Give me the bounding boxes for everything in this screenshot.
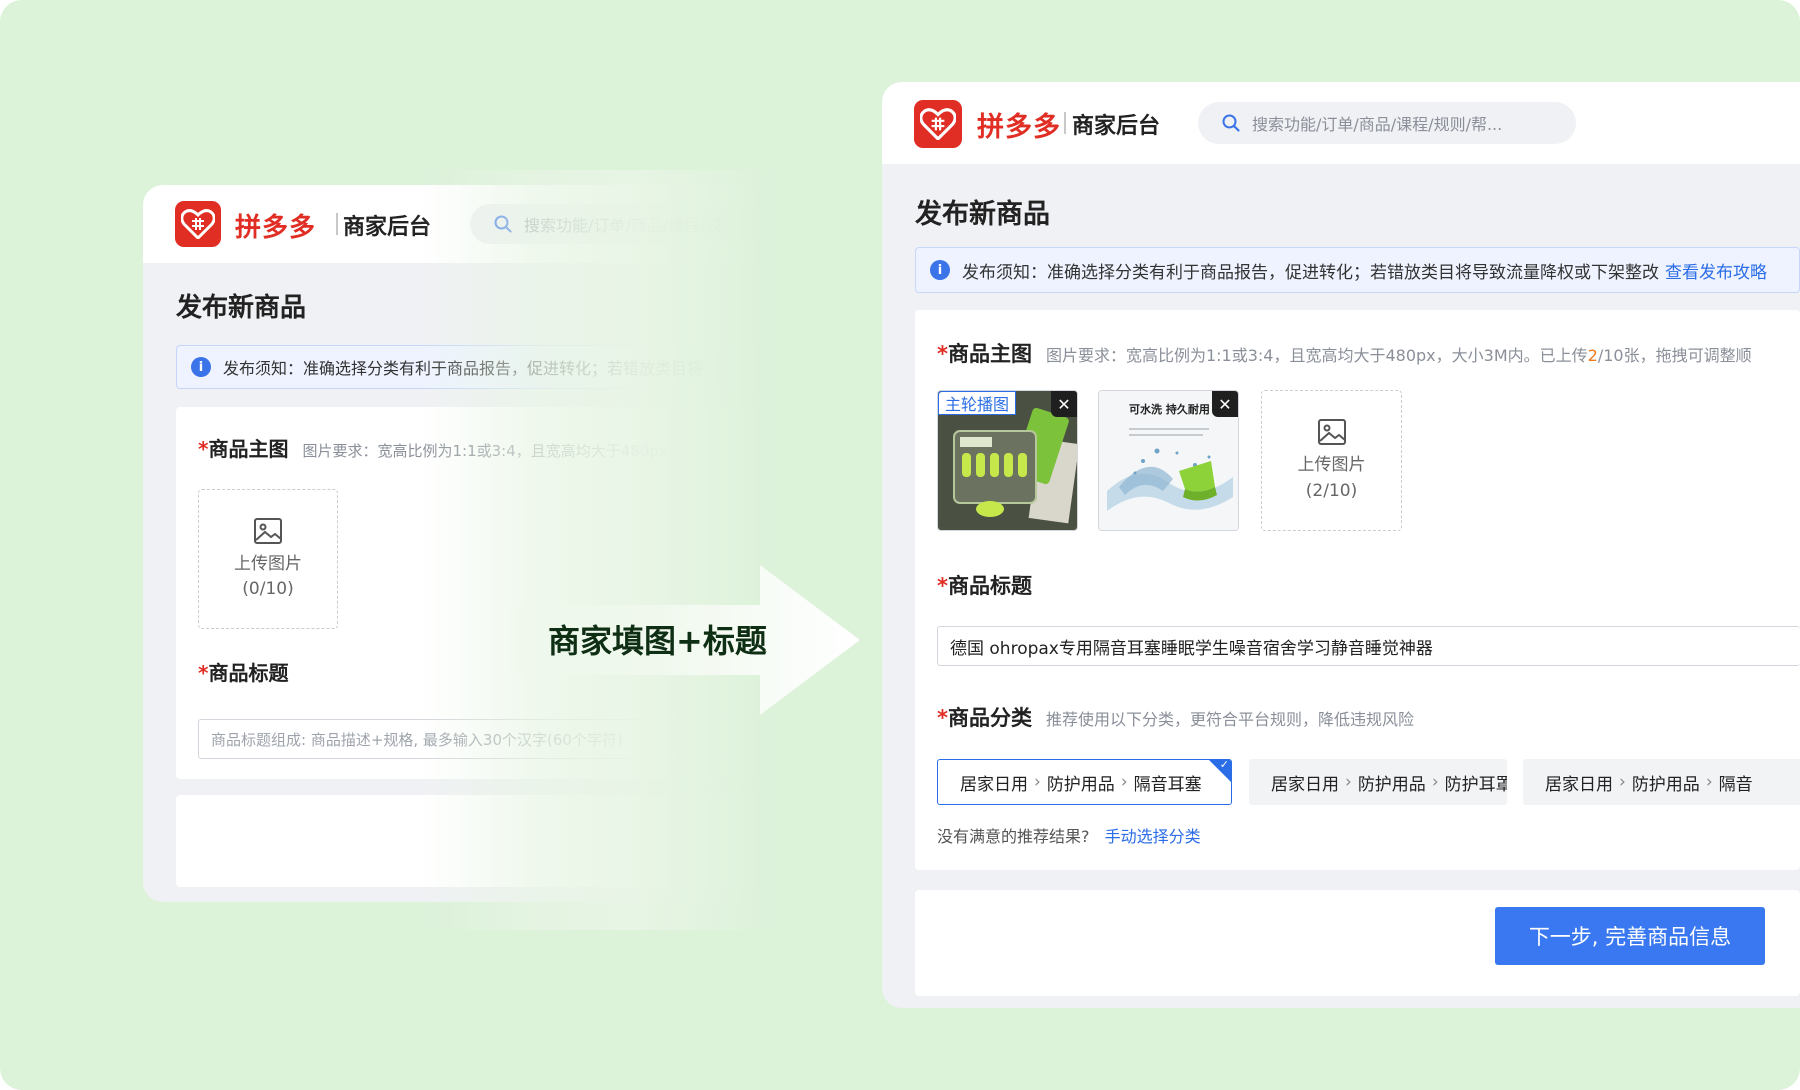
title-value: 德国 ohropax专用隔音耳塞睡眠学生噪音宿舍学习静音睡觉神器 <box>950 638 1433 659</box>
title-input[interactable]: 德国 ohropax专用隔音耳塞睡眠学生噪音宿舍学习静音睡觉神器 <box>937 626 1800 666</box>
manual-select-category-link[interactable]: 手动选择分类 <box>1105 827 1201 846</box>
category-level-2: 防护用品 <box>1046 774 1115 795</box>
upload-label: 上传图片 <box>234 553 302 574</box>
image-upload-icon <box>254 517 282 544</box>
thumb-caption: 可水洗 持久耐用 <box>1129 403 1210 416</box>
required-mark: * <box>937 574 948 598</box>
category-level-3: 隔音 <box>1718 774 1753 795</box>
upload-image-button[interactable]: 上传图片 (0/10) <box>198 489 338 629</box>
main-image-label: 商品主图 <box>947 342 1032 366</box>
pinduoduo-logo-icon <box>175 201 221 247</box>
publish-notice: i 发布须知：准确选择分类有利于商品报告，促进转化；若错放类目将导致流量降权或下… <box>915 247 1800 293</box>
required-mark: * <box>198 437 209 461</box>
main-image-hint-tail: /10张，拖拽可调整顺 <box>1597 346 1752 365</box>
form-card: * 商品主图 图片要求：宽高比例为1:1或3:4，且宽高均大于480px，大小3… <box>915 310 1800 870</box>
page-title: 发布新商品 <box>915 199 1050 230</box>
pinduoduo-logo-icon <box>914 100 962 148</box>
chevron-right-icon: › <box>1345 772 1352 792</box>
search-icon <box>1222 114 1240 132</box>
main-image-hint: 图片要求：宽高比例为1:1或3:4，且宽高均大于480px， <box>302 442 683 460</box>
upload-count: (0/10) <box>242 579 294 599</box>
canvas-background: 拼多多 商家后台 搜索功能/订单/商品/课程/规则 发布新商品 i 发布须知：准… <box>0 0 1800 1090</box>
notice-text: 发布须知：准确选择分类有利于商品报告，促进转化；若错放类目将 <box>223 359 704 378</box>
page-title: 发布新商品 <box>176 293 307 323</box>
category-label: 商品分类 <box>947 706 1032 730</box>
category-option-selected[interactable]: 居家日用 › 防护用品 › 隔音耳塞 ✓ <box>937 759 1232 805</box>
publish-guide-link[interactable]: 查看发布攻略 <box>1665 258 1767 283</box>
main-image-hint: 图片要求：宽高比例为1:1或3:4，且宽高均大于480px，大小3M内。已上传 <box>1045 346 1588 365</box>
brand-subtitle: 商家后台 <box>343 215 432 240</box>
next-step-button[interactable]: 下一步, 完善商品信息 <box>1495 907 1765 965</box>
brand-divider <box>1064 112 1066 134</box>
arrow-label: 商家填图+标题 <box>548 622 767 660</box>
category-level-3: 防护耳罩 <box>1444 774 1507 795</box>
category-level-1: 居家日用 <box>1545 774 1613 795</box>
top-bar: 拼多多 商家后台 搜索功能/订单/商品/课程/规则/帮... <box>882 82 1800 164</box>
top-bar: 拼多多 商家后台 搜索功能/订单/商品/课程/规则 <box>143 185 758 263</box>
search-input[interactable]: 搜索功能/订单/商品/课程/规则 <box>470 204 758 244</box>
upload-image-button[interactable]: 上传图片 (2/10) <box>1261 390 1402 531</box>
chevron-right-icon: › <box>1431 772 1439 792</box>
remove-image-close-icon[interactable]: ✕ <box>1051 391 1077 417</box>
not-satisfied-text: 没有满意的推荐结果? <box>937 827 1090 846</box>
title-label-row: * 商品标题 <box>198 657 288 686</box>
main-image-label-row: * 商品主图 图片要求：宽高比例为1:1或3:4，且宽高均大于480px， <box>198 433 683 462</box>
check-icon: ✓ <box>1219 759 1229 771</box>
brand-name: 拼多多 <box>235 213 317 243</box>
info-icon: i <box>930 260 950 280</box>
required-mark: * <box>198 661 209 685</box>
manual-category-row: 没有满意的推荐结果? 手动选择分类 <box>937 823 1201 847</box>
before-panel: 拼多多 商家后台 搜索功能/订单/商品/课程/规则 发布新商品 i 发布须知：准… <box>143 185 758 902</box>
category-level-1: 居家日用 <box>960 774 1028 795</box>
search-placeholder: 搜索功能/订单/商品/课程/规则/帮... <box>1252 115 1503 134</box>
category-option[interactable]: 居家日用 › 防护用品 › 隔音 <box>1523 759 1800 805</box>
product-image-thumb[interactable]: 主轮播图 ✕ <box>937 390 1078 531</box>
publish-notice: i 发布须知：准确选择分类有利于商品报告，促进转化；若错放类目将 <box>176 345 758 389</box>
search-placeholder: 搜索功能/订单/商品/课程/规则 <box>524 216 738 235</box>
chevron-right-icon: › <box>1120 772 1128 792</box>
chevron-right-icon: › <box>1034 772 1041 792</box>
bottom-card <box>176 795 758 887</box>
required-mark: * <box>937 706 948 730</box>
category-option[interactable]: 居家日用 › 防护用品 › 防护耳罩 <box>1249 759 1507 805</box>
required-mark: * <box>937 342 948 366</box>
after-panel: 拼多多 商家后台 搜索功能/订单/商品/课程/规则/帮... 发布新商品 i 发… <box>882 82 1800 1008</box>
main-image-label: 商品主图 <box>208 437 289 461</box>
brand-name: 拼多多 <box>977 112 1061 143</box>
title-input[interactable]: 商品标题组成: 商品描述+规格, 最多输入30个汉字(60个字符) <box>198 719 758 759</box>
search-input[interactable]: 搜索功能/订单/商品/课程/规则/帮... <box>1198 102 1576 144</box>
title-placeholder: 商品标题组成: 商品描述+规格, 最多输入30个汉字(60个字符) <box>211 730 623 749</box>
chevron-right-icon: › <box>1619 772 1626 792</box>
category-hint: 推荐使用以下分类，更符合平台规则，降低违规风险 <box>1045 710 1414 729</box>
remove-image-close-icon[interactable]: ✕ <box>1212 391 1238 417</box>
brand-divider <box>336 213 338 235</box>
title-label: 商品标题 <box>208 661 289 685</box>
chevron-right-icon: › <box>1705 772 1713 792</box>
main-image-label-row: * 商品主图 图片要求：宽高比例为1:1或3:4，且宽高均大于480px，大小3… <box>937 338 1752 368</box>
image-upload-icon <box>1317 419 1346 445</box>
title-label-row: * 商品标题 <box>937 570 1032 600</box>
category-label-row: * 商品分类 推荐使用以下分类，更符合平台规则，降低违规风险 <box>937 702 1414 732</box>
upload-label: 上传图片 <box>1297 455 1366 475</box>
category-level-3: 隔音耳塞 <box>1133 774 1202 795</box>
search-icon <box>494 215 512 233</box>
upload-count: (2/10) <box>1305 480 1358 501</box>
bottom-action-card: 下一步, 完善商品信息 <box>915 890 1800 996</box>
main-carousel-tag: 主轮播图 <box>938 391 1017 415</box>
category-level-2: 防护用品 <box>1357 774 1426 795</box>
brand-subtitle: 商家后台 <box>1072 114 1161 139</box>
category-level-2: 防护用品 <box>1631 774 1700 795</box>
info-icon: i <box>191 357 211 377</box>
notice-text: 发布须知：准确选择分类有利于商品报告，促进转化；若错放类目将导致流量降权或下架整… <box>962 262 1659 283</box>
title-label: 商品标题 <box>947 574 1032 598</box>
product-image-thumb[interactable]: 可水洗 持久耐用 ✕ <box>1098 390 1239 531</box>
uploaded-count: 2 <box>1587 346 1598 365</box>
category-level-1: 居家日用 <box>1271 774 1339 795</box>
